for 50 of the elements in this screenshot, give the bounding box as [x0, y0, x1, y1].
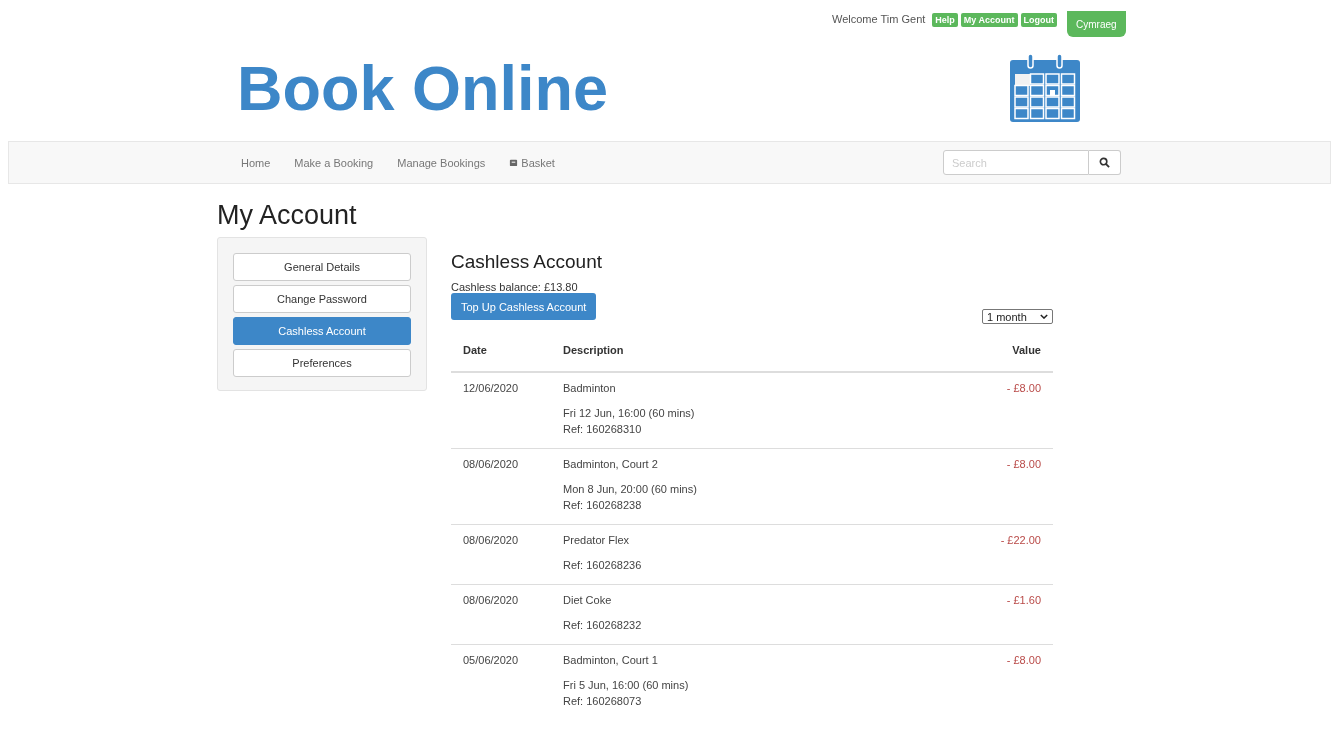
chevron-icon	[1040, 314, 1048, 319]
description-text: Diet Coke	[563, 594, 613, 606]
search-icon	[1099, 157, 1110, 168]
calendar-icon	[1010, 54, 1080, 122]
value-cell: - £8.00	[1006, 458, 1041, 470]
date-cell: 08/06/2020	[463, 594, 519, 606]
top-link[interactable]: Logout	[1020, 13, 1057, 27]
value-cell: - £8.00	[1006, 382, 1041, 394]
nav-link[interactable]: Make a Booking	[294, 156, 374, 169]
welcome-text: Welcome Tim Gent	[832, 13, 926, 25]
date-cell: 08/06/2020	[463, 534, 519, 546]
nav-link[interactable]: Manage Bookings	[397, 156, 486, 169]
balance-text: Cashless balance: £13.80	[451, 281, 579, 293]
period-dropdown[interactable]: 1 month	[982, 309, 1053, 324]
basket-icon	[509, 158, 519, 167]
sidebar-item[interactable]: General Details	[233, 253, 411, 281]
date-cell: 05/06/2020	[463, 654, 519, 666]
section-title: Cashless Account	[451, 251, 604, 273]
detail-text: Mon 8 Jun, 20:00 (60 mins)	[563, 482, 698, 497]
description-text: Badminton, Court 1	[563, 654, 659, 666]
page-title: My Account	[217, 200, 358, 231]
detail-text: Ref: 160268238	[563, 498, 643, 513]
value-cell: - £1.60	[1006, 594, 1041, 606]
detail-text: Ref: 160268232	[563, 618, 643, 633]
nav-link[interactable]: Basket	[509, 156, 555, 169]
detail-text: Fri 12 Jun, 16:00 (60 mins)	[563, 406, 696, 421]
detail-text: Ref: 160268236	[563, 558, 643, 573]
top-link[interactable]: My Account	[960, 13, 1018, 27]
description-text: Badminton, Court 2	[563, 458, 659, 470]
language-button[interactable]: Cymraeg	[1067, 11, 1126, 37]
nav-link[interactable]: Home	[241, 156, 271, 169]
search-button[interactable]	[1089, 150, 1121, 175]
description-text: Badminton	[563, 382, 617, 394]
detail-text: Ref: 160268310	[563, 422, 643, 437]
sidebar-item[interactable]: Preferences	[233, 349, 411, 377]
description-text: Predator Flex	[563, 534, 631, 546]
column-header: Date	[463, 344, 487, 356]
value-cell: - £22.00	[1000, 534, 1041, 546]
value-cell: - £8.00	[1006, 654, 1041, 666]
detail-text: Fri 5 Jun, 16:00 (60 mins)	[563, 678, 690, 693]
column-header: Value	[1012, 344, 1041, 356]
date-cell: 08/06/2020	[463, 458, 519, 470]
detail-text: Ref: 160268073	[563, 694, 643, 709]
sidebar-item[interactable]: Cashless Account	[233, 317, 411, 345]
top-link[interactable]: Help	[932, 13, 958, 27]
site-title: Book Online	[237, 52, 610, 124]
top-up-button[interactable]: Top Up Cashless Account	[451, 293, 597, 320]
sidebar-item[interactable]: Change Password	[233, 285, 411, 313]
column-header: Description	[563, 344, 624, 356]
date-cell: 12/06/2020	[463, 382, 519, 394]
